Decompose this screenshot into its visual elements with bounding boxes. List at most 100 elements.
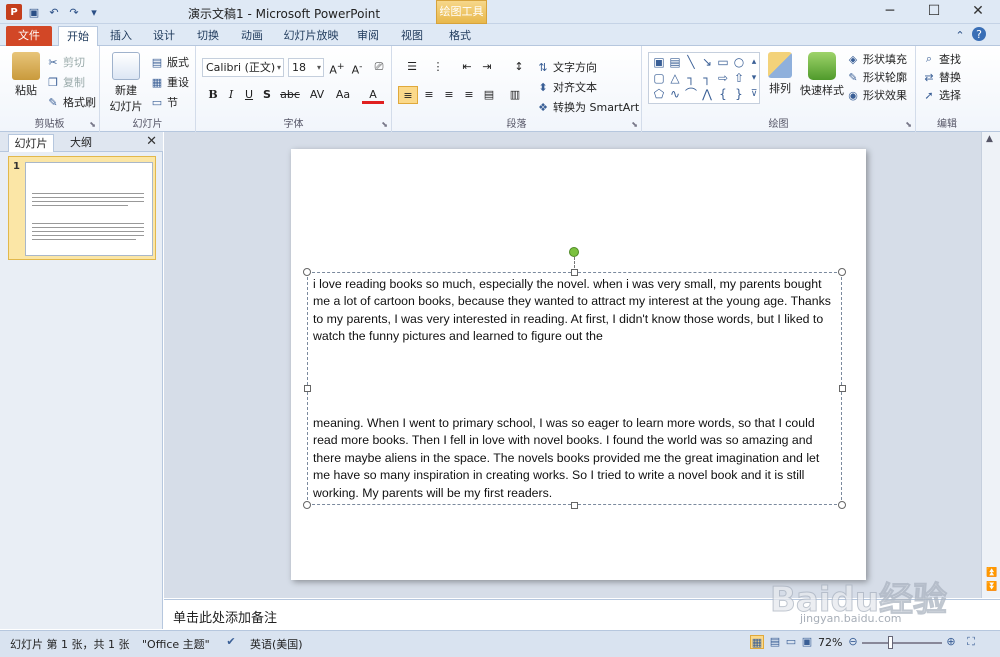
minimize-button[interactable]: ─ — [868, 0, 912, 24]
line-spacing-icon[interactable]: ↕ — [508, 58, 530, 76]
zoom-slider-track[interactable] — [862, 642, 942, 644]
format-painter-button[interactable]: ✎ 格式刷 — [46, 94, 96, 110]
close-button[interactable]: ✕ — [956, 0, 1000, 24]
font-color-button[interactable]: A — [362, 86, 384, 104]
resize-handle-bottom-left[interactable] — [303, 501, 311, 509]
notes-placeholder[interactable]: 单击此处添加备注 — [173, 607, 277, 626]
powerpoint-logo-icon[interactable]: P — [6, 4, 22, 20]
textbox-shape-icon[interactable]: ▣ — [652, 55, 666, 69]
tab-transitions[interactable]: 切换 — [190, 26, 226, 46]
brace-left-shape-icon[interactable]: { — [716, 87, 730, 101]
character-spacing-button[interactable]: AV — [306, 86, 328, 104]
spellcheck-icon[interactable]: ✔ — [224, 635, 238, 649]
save-icon[interactable]: ▣ — [26, 4, 42, 20]
layout-button[interactable]: ▤ 版式 — [150, 54, 189, 70]
zoom-out-icon[interactable]: ⊖ — [846, 635, 860, 649]
resize-handle-bottom[interactable] — [571, 502, 578, 509]
tab-review[interactable]: 审阅 — [350, 26, 386, 46]
dialog-launcher-icon[interactable]: ⬊ — [89, 120, 96, 129]
fit-to-window-icon[interactable]: ⛶ — [964, 635, 978, 649]
slide-thumbnail[interactable] — [25, 162, 153, 256]
tab-file[interactable]: 文件 — [6, 26, 52, 46]
maximize-button[interactable]: ☐ — [912, 0, 956, 24]
shape-effects-button[interactable]: ◉ 形状效果 — [846, 87, 907, 103]
tab-outline[interactable]: 大纲 — [58, 134, 104, 152]
resize-handle-top-right[interactable] — [838, 268, 846, 276]
clear-formatting-icon[interactable]: ⎚ — [370, 58, 388, 76]
line-shape-icon[interactable]: ╲ — [684, 55, 698, 69]
next-slide-icon[interactable]: ⏬ — [986, 582, 997, 592]
numbering-icon[interactable]: ⋮ — [426, 58, 450, 76]
decrease-indent-icon[interactable]: ⇤ — [458, 58, 476, 76]
resize-handle-top[interactable] — [571, 269, 578, 276]
font-size-combo[interactable]: 18 ▾ — [288, 58, 324, 77]
shape-outline-button[interactable]: ✎ 形状轮廓 — [846, 69, 907, 85]
arc-shape-icon[interactable]: ⌒ — [684, 87, 698, 101]
up-arrow-shape-icon[interactable]: ⇧ — [732, 71, 746, 85]
zoom-level[interactable]: 72% — [818, 636, 842, 649]
tab-design[interactable]: 设计 — [146, 26, 182, 46]
rotation-handle[interactable] — [569, 247, 579, 257]
dialog-launcher-icon[interactable]: ⬊ — [381, 120, 388, 129]
find-button[interactable]: ⌕ 查找 — [922, 51, 961, 67]
slide-sorter-view-icon[interactable]: ▤ — [768, 635, 782, 649]
slideshow-view-icon[interactable]: ▣ — [800, 635, 814, 649]
curve-shape-icon[interactable]: ∿ — [668, 87, 682, 101]
shape-fill-button[interactable]: ◈ 形状填充 — [846, 51, 907, 67]
tab-view[interactable]: 视图 — [394, 26, 430, 46]
bold-button[interactable]: B — [204, 86, 222, 104]
align-right-icon[interactable]: ≡ — [440, 86, 458, 104]
rectangle-shape-icon[interactable]: ▭ — [716, 55, 730, 69]
strikethrough-button[interactable]: abc — [278, 86, 302, 104]
dialog-launcher-icon[interactable]: ⬊ — [905, 120, 912, 129]
resize-handle-top-left[interactable] — [303, 268, 311, 276]
redo-icon[interactable]: ↷ — [66, 4, 82, 20]
gallery-scroll-up-icon[interactable]: ▴ — [747, 55, 761, 69]
undo-icon[interactable]: ↶ — [46, 4, 62, 20]
ribbon-collapse-icon[interactable]: ⌃ — [952, 27, 968, 43]
copy-button[interactable]: ❐ 复制 — [46, 74, 85, 90]
normal-view-icon[interactable]: ▦ — [750, 635, 764, 649]
grow-font-button[interactable]: A+ — [328, 58, 346, 77]
arrange-button[interactable]: 排列 — [762, 52, 798, 96]
freeform-shape-icon[interactable]: ⋀ — [700, 87, 714, 101]
cut-button[interactable]: ✂ 剪切 — [46, 54, 85, 70]
resize-handle-left[interactable] — [304, 385, 311, 392]
right-arrow-shape-icon[interactable]: ⇨ — [716, 71, 730, 85]
elbow-connector-shape-icon[interactable]: ┐ — [684, 71, 698, 85]
replace-button[interactable]: ⇄ 替换 — [922, 69, 961, 85]
bullets-icon[interactable]: ☰ — [400, 58, 424, 76]
help-icon[interactable]: ? — [972, 27, 986, 41]
triangle-shape-icon[interactable]: △ — [668, 71, 682, 85]
slide-paragraph-1[interactable]: i love reading books so much, especially… — [313, 276, 833, 346]
brace-right-shape-icon[interactable]: } — [732, 87, 746, 101]
tab-slideshow[interactable]: 幻灯片放映 — [280, 26, 342, 46]
align-text-button[interactable]: ⬍ 对齐文本 — [536, 79, 597, 95]
tab-insert[interactable]: 插入 — [104, 26, 138, 46]
gallery-scroll-down-icon[interactable]: ▾ — [747, 71, 761, 85]
paste-button[interactable]: 粘贴 — [6, 52, 46, 98]
theme-status[interactable]: "Office 主题" — [142, 636, 210, 652]
tab-home[interactable]: 开始 — [58, 26, 98, 46]
underline-button[interactable]: U — [240, 86, 258, 104]
text-direction-button[interactable]: ⇅ 文字方向 — [536, 59, 597, 75]
rounded-rect-shape-icon[interactable]: ▢ — [652, 71, 666, 85]
italic-button[interactable]: I — [222, 86, 240, 104]
vertical-scrollbar[interactable]: ▲ ⏫ ⏬ — [981, 132, 1000, 598]
vertical-textbox-shape-icon[interactable]: ▤ — [668, 55, 682, 69]
slide-paragraph-2[interactable]: meaning. When I went to primary school, … — [313, 415, 833, 502]
reading-view-icon[interactable]: ▭ — [784, 635, 798, 649]
gallery-more-icon[interactable]: ⊽ — [747, 87, 761, 101]
change-case-button[interactable]: Aa — [332, 86, 354, 104]
justify-icon[interactable]: ≡ — [460, 86, 478, 104]
customize-qat-icon[interactable]: ▾ — [86, 4, 102, 20]
close-icon[interactable]: ✕ — [146, 134, 157, 149]
tab-format[interactable]: 格式 — [440, 26, 480, 46]
columns-icon[interactable]: ▥ — [504, 86, 526, 104]
resize-handle-right[interactable] — [839, 385, 846, 392]
resize-handle-bottom-right[interactable] — [838, 501, 846, 509]
dialog-launcher-icon[interactable]: ⬊ — [631, 120, 638, 129]
scroll-up-icon[interactable]: ▲ — [986, 134, 993, 144]
oval-shape-icon[interactable]: ○ — [732, 55, 746, 69]
pentagon-shape-icon[interactable]: ⬠ — [652, 87, 666, 101]
